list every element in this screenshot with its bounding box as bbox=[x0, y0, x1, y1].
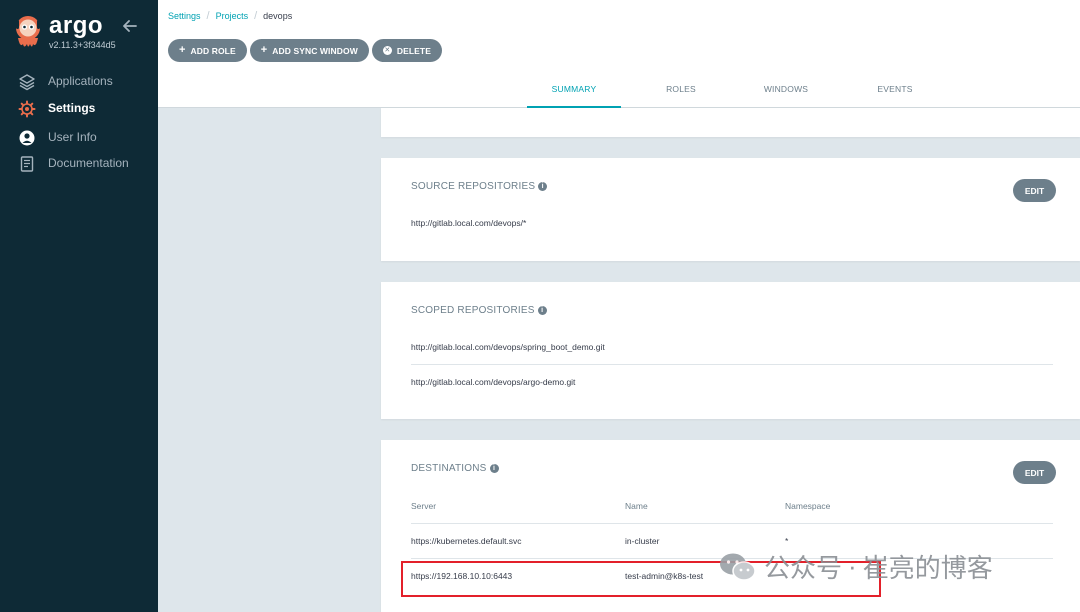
tab-events[interactable]: EVENTS bbox=[848, 84, 942, 106]
breadcrumb-current: devops bbox=[263, 11, 293, 21]
sidebar-item-label: Settings bbox=[48, 101, 96, 115]
row-divider bbox=[411, 523, 1053, 524]
scoped-repositories-panel: SCOPED REPOSITORIES i http://gitlab.loca… bbox=[381, 282, 1080, 419]
argo-mascot-icon bbox=[16, 16, 40, 47]
scoped-repositories-title: SCOPED REPOSITORIES i bbox=[411, 305, 547, 316]
sidebar-item-applications[interactable]: Applications bbox=[0, 70, 158, 94]
sidebar-item-documentation[interactable]: Documentation bbox=[0, 152, 158, 176]
add-sync-window-button[interactable]: + ADD SYNC WINDOW bbox=[249, 39, 369, 62]
delete-label: DELETE bbox=[396, 45, 431, 56]
source-repositories-title: SOURCE REPOSITORIES i bbox=[411, 181, 548, 192]
watermark-right: 崔亮的博客 bbox=[862, 553, 993, 583]
destinations-title-text: DESTINATIONS bbox=[411, 463, 487, 474]
toolbar: + ADD ROLE + ADD SYNC WINDOW ✕ DELETE bbox=[168, 39, 442, 62]
sidebar-item-user-info[interactable]: User Info bbox=[0, 126, 158, 150]
source-repositories-title-text: SOURCE REPOSITORIES bbox=[411, 181, 536, 192]
sidebar-item-settings[interactable]: Settings bbox=[0, 97, 158, 121]
arrow-left-icon[interactable] bbox=[122, 18, 138, 34]
add-sync-window-label: ADD SYNC WINDOW bbox=[272, 45, 358, 56]
book-icon bbox=[20, 156, 34, 172]
destination-name: in-cluster bbox=[625, 536, 660, 546]
breadcrumb-projects[interactable]: Projects bbox=[216, 11, 249, 21]
add-role-label: ADD ROLE bbox=[190, 45, 236, 56]
scoped-repository-item: http://gitlab.local.com/devops/spring_bo… bbox=[411, 342, 605, 352]
tab-summary[interactable]: SUMMARY bbox=[527, 84, 621, 108]
delete-button[interactable]: ✕ DELETE bbox=[371, 39, 442, 62]
tab-windows[interactable]: WINDOWS bbox=[739, 84, 833, 106]
tab-roles[interactable]: ROLES bbox=[634, 84, 728, 106]
add-role-button[interactable]: + ADD ROLE bbox=[168, 39, 247, 62]
breadcrumb-separator: / bbox=[254, 10, 258, 22]
watermark-separator: · bbox=[848, 551, 857, 581]
column-header-namespace: Namespace bbox=[785, 501, 831, 511]
page-header: Settings / Projects / devops + ADD ROLE … bbox=[158, 0, 1080, 108]
breadcrumb-settings[interactable]: Settings bbox=[168, 11, 201, 21]
destination-namespace: * bbox=[785, 536, 789, 546]
user-circle-icon bbox=[19, 130, 35, 146]
destinations-title: DESTINATIONS i bbox=[411, 463, 499, 474]
summary-panel-previous bbox=[381, 108, 1080, 137]
info-icon[interactable]: i bbox=[538, 182, 548, 191]
info-icon[interactable]: i bbox=[537, 306, 547, 315]
tab-bar: SUMMARY ROLES WINDOWS EVENTS bbox=[158, 84, 1080, 108]
layers-icon bbox=[19, 74, 35, 91]
breadcrumb-separator: / bbox=[206, 10, 210, 22]
source-repository-item: http://gitlab.local.com/devops/* bbox=[411, 218, 527, 228]
source-repositories-panel: SOURCE REPOSITORIES i EDIT http://gitlab… bbox=[381, 158, 1080, 261]
plus-icon: + bbox=[179, 44, 186, 56]
close-circle-icon: ✕ bbox=[382, 46, 392, 55]
gear-icon bbox=[18, 100, 36, 118]
sidebar-item-label: Applications bbox=[48, 74, 113, 88]
sidebar-item-label: Documentation bbox=[48, 156, 129, 170]
breadcrumb: Settings / Projects / devops bbox=[168, 10, 292, 22]
row-divider bbox=[411, 364, 1053, 365]
column-header-server: Server bbox=[411, 501, 437, 511]
watermark: 公众号 · 崔亮的博客 bbox=[718, 548, 993, 585]
watermark-left: 公众号 bbox=[764, 553, 843, 583]
column-header-name: Name bbox=[625, 501, 648, 511]
sidebar: argo v2.11.3+3f344d5 Applications Settin… bbox=[0, 0, 158, 612]
wechat-icon bbox=[720, 553, 756, 581]
info-icon[interactable]: i bbox=[489, 464, 499, 473]
sidebar-item-label: User Info bbox=[48, 130, 97, 144]
scoped-repositories-title-text: SCOPED REPOSITORIES bbox=[411, 305, 535, 316]
destination-server: https://kubernetes.default.svc bbox=[411, 536, 522, 546]
edit-destinations-button[interactable]: EDIT bbox=[1013, 461, 1056, 484]
app-version: v2.11.3+3f344d5 bbox=[49, 40, 116, 50]
scoped-repository-item: http://gitlab.local.com/devops/argo-demo… bbox=[411, 377, 576, 387]
app-name: argo bbox=[49, 12, 104, 39]
edit-source-repositories-button[interactable]: EDIT bbox=[1013, 179, 1056, 202]
plus-icon: + bbox=[260, 44, 268, 56]
